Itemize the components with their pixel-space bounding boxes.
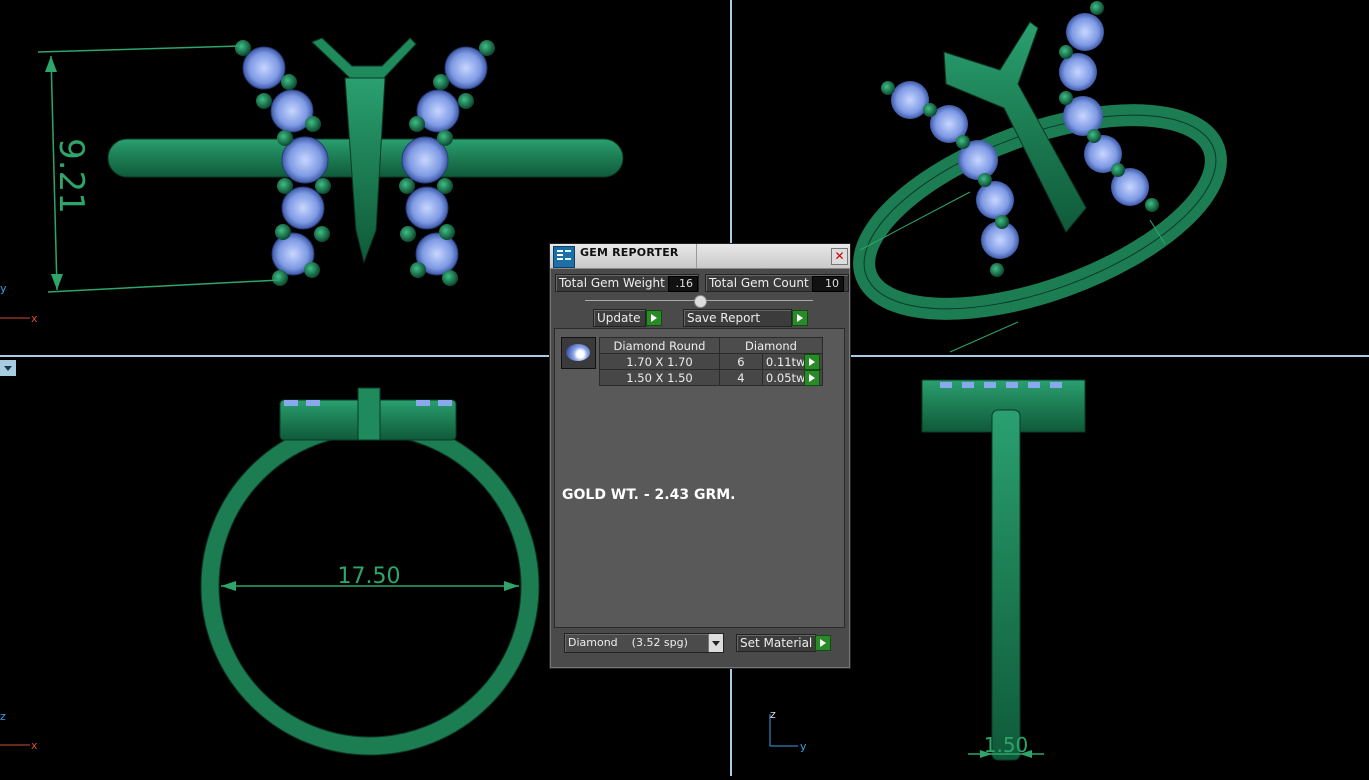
set-material-button[interactable]: Set Material: [736, 634, 816, 652]
total-gem-weight-label: Total Gem Weight: [559, 276, 665, 290]
top-view-model: [107, 37, 624, 264]
gem-reporter-app-icon: [553, 246, 575, 268]
dimension-label-diameter: 17.50: [338, 564, 401, 589]
dimension-label-width: 1.50: [984, 733, 1029, 757]
gem-count: 4: [719, 369, 763, 386]
row-1-go-icon[interactable]: [804, 354, 820, 370]
gem-report-panel: Diamond Round Diamond 1.70 X 1.70 6 0.11…: [554, 328, 845, 628]
gold-weight-note: GOLD WT. - 2.43 GRM.: [562, 487, 736, 503]
total-gem-weight-value: .16: [668, 276, 698, 292]
diamond-round-icon: [561, 337, 596, 369]
dialog-title: GEM REPORTER: [580, 246, 679, 259]
save-report-go-icon[interactable]: [792, 310, 808, 326]
close-button[interactable]: ✕: [831, 248, 848, 265]
update-label: Update: [597, 311, 641, 325]
set-material-label: Set Material: [740, 636, 813, 650]
svg-text:y: y: [0, 282, 7, 295]
table-row[interactable]: 1.70 X 1.70 6 0.11tw: [599, 353, 824, 370]
gem-table: Diamond Round Diamond 1.70 X 1.70 6 0.11…: [599, 337, 824, 386]
side-view-model: [921, 379, 1086, 761]
update-go-icon[interactable]: [646, 310, 662, 326]
gem-size: 1.50 X 1.50: [599, 369, 720, 386]
panel-slider-handle[interactable]: [694, 295, 707, 308]
update-button[interactable]: Update: [593, 309, 646, 327]
gem-count: 6: [719, 353, 763, 370]
svg-text:z: z: [0, 710, 6, 723]
total-gem-count-field: Total Gem Count 10: [705, 274, 849, 292]
dimension-label-height: 9.21: [51, 138, 91, 214]
close-icon: ✕: [834, 249, 845, 263]
table-row[interactable]: 1.50 X 1.50 4 0.05tw: [599, 369, 824, 386]
titlebar-divider: [696, 244, 697, 268]
dialog-titlebar[interactable]: GEM REPORTER ✕: [550, 244, 850, 269]
gem-table-header: Diamond Round Diamond: [599, 337, 823, 354]
save-report-button[interactable]: Save Report: [683, 309, 792, 327]
axis-indicator-bottom-left: x z: [0, 710, 38, 752]
save-report-label: Save Report: [687, 311, 761, 325]
chevron-down-icon[interactable]: [708, 634, 723, 652]
svg-text:x: x: [31, 312, 38, 325]
axis-indicator-top-left: x y: [0, 282, 38, 325]
gem-reporter-dialog[interactable]: GEM REPORTER ✕ Total Gem Weight .16 Tota…: [549, 243, 851, 669]
header-material: Diamond: [719, 337, 823, 354]
material-select[interactable]: Diamond (3.52 spg): [564, 633, 724, 653]
svg-text:z: z: [770, 708, 776, 721]
total-gem-count-label: Total Gem Count: [709, 276, 809, 290]
axis-indicator-bottom-right: z y: [769, 708, 807, 753]
perspective-view-model: [853, 21, 1227, 320]
header-shape: Diamond Round: [599, 337, 720, 354]
svg-text:y: y: [800, 740, 807, 753]
svg-text:x: x: [31, 739, 38, 752]
set-material-go-icon[interactable]: [815, 635, 831, 651]
total-gem-count-value: 10: [812, 276, 844, 292]
row-2-go-icon[interactable]: [804, 370, 820, 386]
material-select-value: Diamond (3.52 spg): [568, 636, 688, 649]
total-gem-weight-field: Total Gem Weight .16: [555, 274, 699, 292]
gem-size: 1.70 X 1.70: [599, 353, 720, 370]
